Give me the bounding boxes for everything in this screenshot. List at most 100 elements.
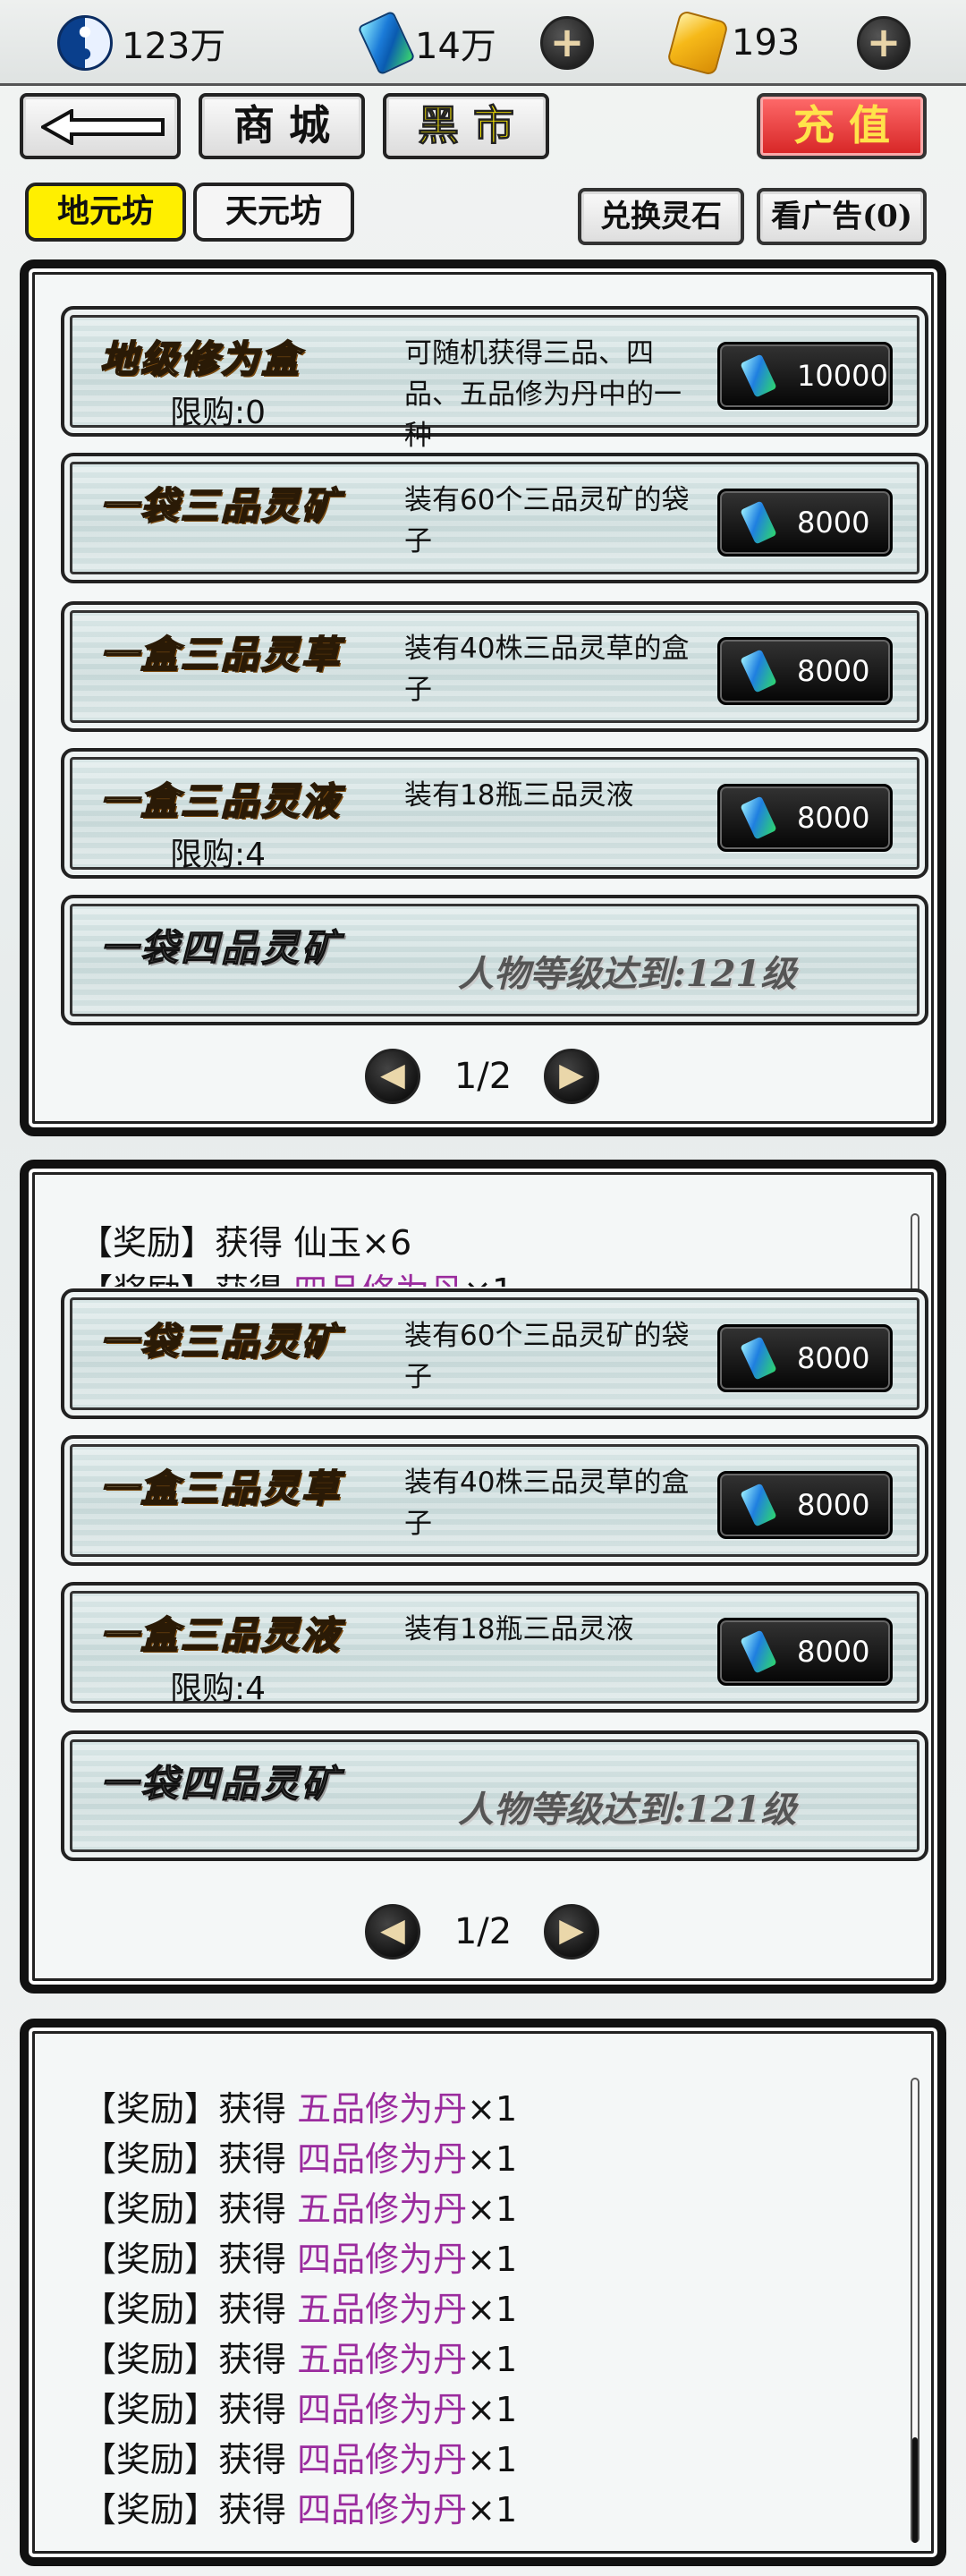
yinyang-icon (57, 15, 113, 71)
add-gold-button[interactable]: + (857, 16, 911, 70)
buy-button[interactable]: 8000 (717, 1618, 893, 1686)
reward-bracket: 【奖励】 (82, 2240, 219, 2279)
next-page-button[interactable]: ▶ (544, 1904, 599, 1960)
reward-item: 四品修为丹 (297, 2440, 468, 2479)
shop-item-card-locked: 一袋四品灵矿 人物等级达到:121级 (61, 895, 928, 1025)
shop-item-desc: 装有60个三品灵矿的袋子 (404, 484, 690, 557)
buy-button[interactable]: 8000 (717, 1471, 893, 1539)
spirit-stone-icon (740, 795, 777, 840)
reward-qty: ×1 (467, 2390, 518, 2429)
shop-item-card-locked: 一袋四品灵矿 人物等级达到:121级 (61, 1730, 928, 1861)
recharge-button[interactable]: 充 值 (757, 93, 927, 159)
mall-label: 商 城 (233, 101, 330, 149)
black-market-button[interactable]: 黑 市 (383, 93, 549, 159)
reward-verb: 获得 (218, 2189, 287, 2229)
black-market-label: 黑 市 (417, 101, 514, 150)
mall-button[interactable]: 商 城 (199, 93, 365, 159)
reward-bracket: 【奖励】 (82, 2139, 219, 2179)
reward-qty: ×1 (467, 2290, 518, 2329)
next-page-button[interactable]: ▶ (544, 1049, 599, 1104)
shop-item-desc: 装有60个三品灵矿的袋子 (404, 1320, 690, 1393)
reward-verb: 获得 (215, 1223, 284, 1262)
reward-item: 仙玉 (293, 1223, 362, 1262)
tab-earth-shop[interactable]: 地元坊 (25, 183, 186, 242)
reward-item: 五品修为丹 (297, 2290, 468, 2329)
log-scrollbar[interactable] (911, 2078, 919, 2543)
shop-panel-1: 地级修为盒 限购:0 可随机获得三品、四品、五品修为丹中的一种 10000 一袋… (20, 259, 946, 1136)
tab-heaven-shop-label: 天元坊 (225, 192, 322, 230)
shop-panel-2: 【奖励】获得 仙玉×6 【奖励】获得 四品修为丹×1 一袋三品灵矿 装有60个三… (20, 1160, 946, 1994)
reward-log-line: 【奖励】获得 四品修为丹×1 (82, 2482, 517, 2531)
shop-item-desc: 可随机获得三品、四品、五品修为丹中的一种 (404, 337, 682, 452)
buy-button[interactable]: 8000 (717, 637, 893, 705)
reward-bracket: 【奖励】 (82, 2189, 219, 2229)
shop-item-card[interactable]: 一盒三品灵液 限购:4 装有18瓶三品灵液 8000 (61, 1582, 928, 1713)
price-value: 10000 (797, 359, 888, 393)
shop-item-limit: 限购:0 (170, 395, 267, 431)
buy-button[interactable]: 8000 (717, 784, 893, 852)
reward-qty: ×1 (467, 2189, 518, 2229)
reward-bracket: 【奖励】 (79, 1271, 215, 1287)
currency-bar: 123万 14万 + 193 + (0, 0, 966, 86)
reward-item: 四品修为丹 (297, 2490, 468, 2529)
buy-button[interactable]: 10000 (717, 342, 893, 410)
shop-item-card[interactable]: 一盒三品灵液 限购:4 装有18瓶三品灵液 8000 (61, 748, 928, 879)
currency-spirit-stone: 14万 (357, 10, 496, 76)
exchange-stone-button[interactable]: 兑换灵石 (578, 188, 744, 245)
shop-item-title: 一袋三品灵矿 (99, 483, 343, 529)
reward-bracket: 【奖励】 (82, 2340, 219, 2379)
currency-jade-value: 123万 (122, 26, 226, 67)
reward-item: 五品修为丹 (297, 2089, 468, 2129)
price-value: 8000 (797, 1488, 870, 1522)
reward-verb: 获得 (218, 2139, 287, 2179)
spirit-stone-icon (740, 649, 777, 693)
shop-item-card[interactable]: 一盒三品灵草 装有40株三品灵草的盒子 8000 (61, 601, 928, 732)
recharge-label: 充 值 (792, 101, 890, 149)
shop-item-card[interactable]: 地级修为盒 限购:0 可随机获得三品、四品、五品修为丹中的一种 10000 (61, 306, 928, 452)
shop-item-card[interactable]: 一袋三品灵矿 装有60个三品灵矿的袋子 8000 (61, 1288, 928, 1419)
spirit-stone-icon (740, 1336, 777, 1381)
spirit-stone-icon (740, 353, 777, 398)
pager: ◀ 1/2 ▶ (29, 1904, 937, 1961)
price-value: 8000 (797, 801, 870, 835)
reward-bracket: 【奖励】 (82, 2290, 219, 2329)
back-button[interactable] (20, 93, 181, 159)
price-value: 8000 (797, 506, 870, 540)
buy-button[interactable]: 8000 (717, 489, 893, 557)
reward-qty: ×1 (467, 2240, 518, 2279)
reward-bracket: 【奖励】 (82, 2089, 219, 2129)
spirit-stone-icon (357, 10, 416, 76)
shop-item-card[interactable]: 一盒三品灵草 装有40株三品灵草的盒子 8000 (61, 1435, 928, 1566)
currency-gold: 193 (665, 9, 801, 77)
reward-log-panel: 【奖励】获得 五品修为丹×1 【奖励】获得 四品修为丹×1 【奖励】获得 五品修… (20, 2019, 946, 2566)
reward-bracket: 【奖励】 (82, 2490, 219, 2529)
reward-verb: 获得 (218, 2440, 287, 2479)
tab-heaven-shop[interactable]: 天元坊 (193, 183, 354, 242)
shop-item-limit: 限购:4 (170, 837, 267, 873)
reward-log-line: 【奖励】获得 四品修为丹×1 (82, 2432, 517, 2481)
reward-bracket: 【奖励】 (82, 2390, 219, 2429)
shop-item-card[interactable]: 一袋三品灵矿 装有60个三品灵矿的袋子 8000 (61, 453, 928, 583)
shop-item-desc: 装有18瓶三品灵液 (404, 1613, 634, 1645)
log-scrollbar-thumb[interactable] (912, 2437, 918, 2543)
currency-jade: 123万 (57, 13, 225, 73)
price-value: 8000 (797, 1635, 870, 1669)
reward-log-line: 【奖励】获得 四品修为丹×1 (79, 1263, 513, 1287)
reward-verb: 获得 (218, 2390, 287, 2429)
add-spirit-stone-button[interactable]: + (540, 16, 594, 70)
buy-button[interactable]: 8000 (717, 1324, 893, 1392)
reward-bracket: 【奖励】 (79, 1223, 216, 1262)
pager: ◀ 1/2 ▶ (29, 1049, 937, 1106)
reward-item: 四品修为丹 (293, 1271, 463, 1287)
reward-qty: ×1 (467, 2440, 518, 2479)
page-indicator: 1/2 (453, 1911, 513, 1952)
log-scrollbar[interactable] (911, 1213, 919, 1294)
watch-ad-label: 看广告(0) (771, 199, 912, 234)
page-indicator: 1/2 (453, 1056, 513, 1097)
shop-item-desc: 装有40株三品灵草的盒子 (404, 633, 690, 706)
currency-gold-value: 193 (732, 22, 801, 64)
price-value: 8000 (797, 1341, 870, 1375)
reward-item: 五品修为丹 (297, 2189, 468, 2229)
reward-log-line: 【奖励】获得 四品修为丹×1 (82, 2232, 517, 2281)
watch-ad-button[interactable]: 看广告(0) (757, 188, 927, 245)
